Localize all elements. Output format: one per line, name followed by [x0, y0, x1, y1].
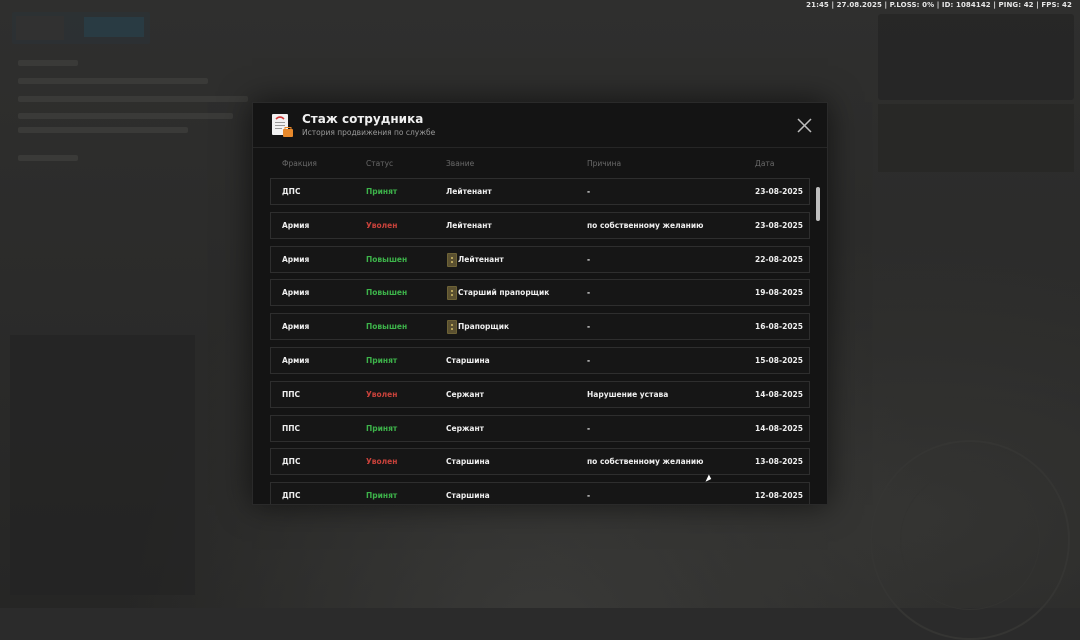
row-status: Повышен: [366, 322, 407, 331]
background-logo: [12, 12, 150, 44]
row-status: Принят: [366, 424, 397, 433]
row-status: Принят: [366, 491, 397, 500]
row-faction: ППС: [282, 424, 300, 433]
row-rank: Старший прапорщик: [458, 288, 549, 297]
table-row: Армия Уволен Лейтенант по собственному жела…: [270, 212, 810, 239]
row-rank: Лейтенант: [458, 255, 504, 264]
row-reason: -: [587, 187, 590, 196]
modal-header: Стаж сотрудника История продвижения по с…: [253, 103, 827, 148]
row-rank: Сержант: [446, 390, 484, 399]
row-status: Уволен: [366, 221, 397, 230]
modal-title: Стаж сотрудника: [302, 112, 423, 126]
row-faction: Армия: [282, 288, 309, 297]
rank-insignia-icon: [447, 253, 457, 267]
row-date: 12-08-2025: [755, 491, 803, 500]
scrollbar-thumb[interactable]: [816, 187, 820, 221]
row-faction: Армия: [282, 356, 309, 365]
row-rank: Лейтенант: [446, 187, 492, 196]
row-faction: Армия: [282, 255, 309, 264]
row-status: Уволен: [366, 457, 397, 466]
table-row: ДПС Принят Лейтенант - 23-08-2025: [270, 178, 810, 205]
row-status: Принят: [366, 356, 397, 365]
row-reason: -: [587, 491, 590, 500]
row-rank: Старшина: [446, 491, 490, 500]
row-date: 23-08-2025: [755, 187, 803, 196]
column-reason: Причина: [587, 159, 621, 168]
column-status: Статус: [366, 159, 393, 168]
column-rank: Звание: [446, 159, 474, 168]
row-status: Повышен: [366, 288, 407, 297]
table-row: ДПС Принят Старшина - 12-08-2025: [270, 482, 810, 504]
row-date: 16-08-2025: [755, 322, 803, 331]
row-faction: Армия: [282, 221, 309, 230]
row-reason: по собственному желанию: [587, 457, 703, 466]
row-date: 13-08-2025: [755, 457, 803, 466]
row-rank: Прапорщик: [458, 322, 509, 331]
row-date: 14-08-2025: [755, 390, 803, 399]
row-faction: ППС: [282, 390, 300, 399]
background-stats-panel: [878, 14, 1074, 100]
row-reason: -: [587, 322, 590, 331]
column-faction: Фракция: [282, 159, 317, 168]
row-status: Уволен: [366, 390, 397, 399]
background-faction-panel: [878, 104, 1074, 172]
close-icon[interactable]: [796, 117, 813, 134]
row-rank: Старшина: [446, 356, 490, 365]
table-row: Армия Повышен Лейтенант - 22-08-2025: [270, 246, 810, 273]
row-date: 22-08-2025: [755, 255, 803, 264]
rank-insignia-icon: [447, 320, 457, 334]
row-status: Принят: [366, 187, 397, 196]
table-row: ППС Принят Сержант - 14-08-2025: [270, 415, 810, 442]
background-inventory-panel: [10, 335, 195, 595]
table-row: Армия Принят Старшина - 15-08-2025: [270, 347, 810, 374]
row-date: 14-08-2025: [755, 424, 803, 433]
row-faction: ДПС: [282, 457, 300, 466]
background-speedometer-inner: [900, 470, 1040, 610]
table-row: ДПС Уволен Старшина по собственному желанию…: [270, 448, 810, 475]
row-reason: -: [587, 255, 590, 264]
row-faction: ДПС: [282, 187, 300, 196]
row-rank: Старшина: [446, 457, 490, 466]
row-faction: Армия: [282, 322, 309, 331]
row-faction: ДПС: [282, 491, 300, 500]
row-status: Повышен: [366, 255, 407, 264]
row-reason: -: [587, 356, 590, 365]
row-reason: Нарушение устава: [587, 390, 668, 399]
document-icon: [270, 113, 294, 138]
row-reason: по собственному желанию: [587, 221, 703, 230]
modal-subtitle: История продвижения по службе: [302, 128, 435, 137]
row-reason: -: [587, 288, 590, 297]
row-reason: -: [587, 424, 590, 433]
row-rank: Сержант: [446, 424, 484, 433]
hud-status-line: 21:45 | 27.08.2025 | P.LOSS: 0% | ID: 10…: [806, 1, 1072, 9]
table-row: Армия Повышен Старший прапорщик - 19-08-2025: [270, 279, 810, 306]
service-history-modal: Стаж сотрудника История продвижения по с…: [252, 102, 828, 505]
row-date: 15-08-2025: [755, 356, 803, 365]
row-rank: Лейтенант: [446, 221, 492, 230]
table-row: Армия Повышен Прапорщик - 16-08-2025: [270, 313, 810, 340]
row-date: 19-08-2025: [755, 288, 803, 297]
rank-insignia-icon: [447, 286, 457, 300]
table-header: Фракция Статус Звание Причина Дата: [253, 148, 827, 178]
table-row: ППС Уволен Сержант Нарушение устава 14-08-20…: [270, 381, 810, 408]
row-date: 23-08-2025: [755, 221, 803, 230]
history-table-body[interactable]: ДПС Принят Лейтенант - 23-08-2025 Армия Уволен…: [270, 178, 811, 504]
column-date: Дата: [755, 159, 774, 168]
